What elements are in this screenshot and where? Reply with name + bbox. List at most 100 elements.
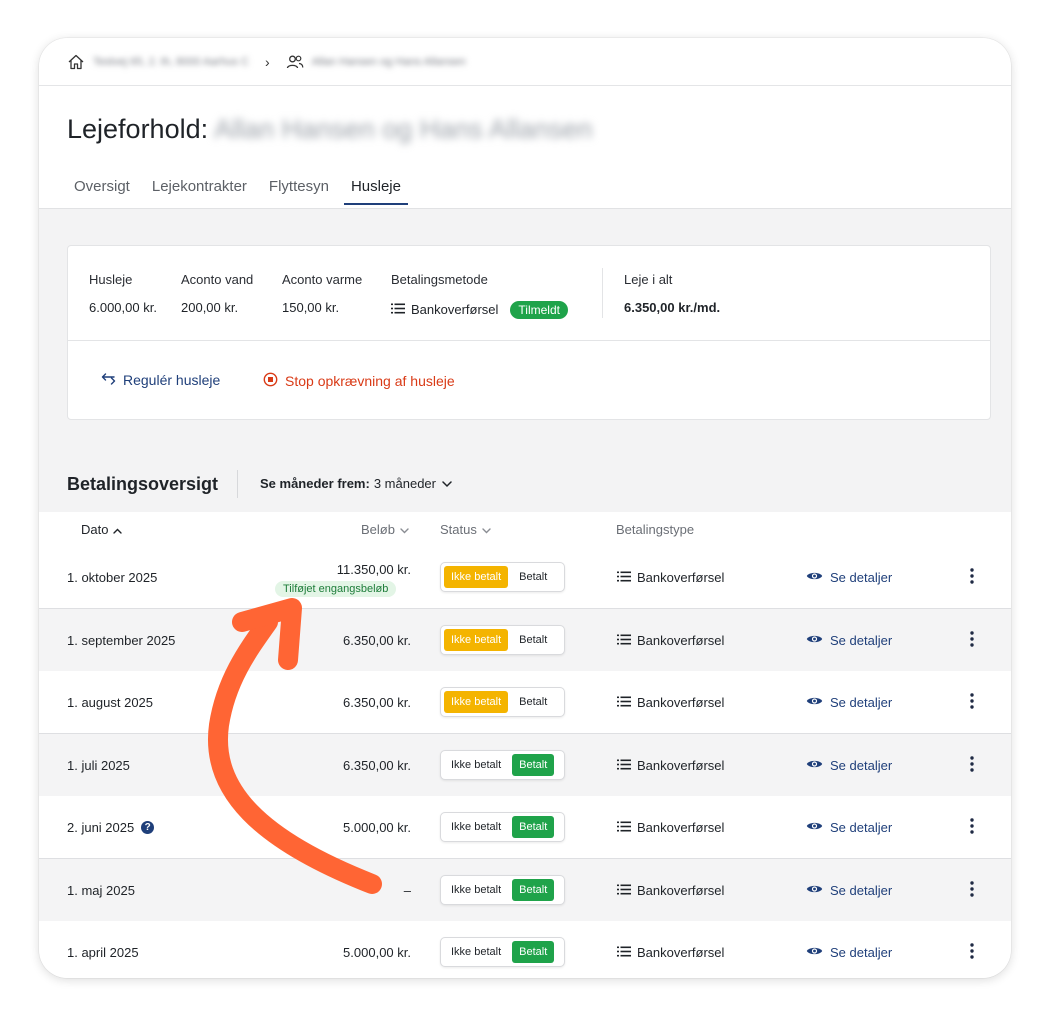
status-paid-option[interactable]: Betalt (512, 753, 555, 776)
summary-husleje-value: 6.000,00 kr. (89, 300, 157, 315)
tab-bar: Oversigt Lejekontrakter Flyttesyn Huslej… (67, 178, 416, 205)
tab-husleje[interactable]: Husleje (343, 178, 408, 205)
stop-charging-button[interactable]: Stop opkrævning af husleje (263, 372, 455, 390)
column-header-status[interactable]: Status (440, 522, 491, 537)
tab-oversigt[interactable]: Oversigt (67, 178, 137, 205)
summary-leje-i-alt-label: Leje i alt (624, 272, 673, 287)
summary-betalingsmetode-value: Bankoverførsel Tilmeldt (391, 300, 568, 319)
row-payment-type-text: Bankoverførsel (637, 882, 725, 898)
status-unpaid-option[interactable]: Ikke betalt (444, 941, 508, 963)
see-details-link[interactable]: Se detaljer (806, 633, 892, 648)
more-options-icon[interactable] (967, 692, 977, 713)
column-type-label: Betalingstype (616, 522, 695, 537)
rent-summary-panel: Husleje 6.000,00 kr. Aconto vand 200,00 … (67, 245, 991, 420)
tab-flyttesyn[interactable]: Flyttesyn (262, 178, 336, 205)
one-time-amount-tag: Tilføjet engangsbeløb (275, 581, 397, 597)
row-amount: 5.000,00 kr. (343, 945, 411, 960)
see-details-label: Se detaljer (830, 820, 893, 835)
home-icon[interactable] (67, 53, 85, 71)
row-payment-type-text: Bankoverførsel (637, 757, 725, 773)
row-date-text: 1. april 2025 (67, 945, 139, 960)
status-paid-option[interactable]: Betalt (512, 878, 555, 901)
see-details-label: Se detaljer (830, 757, 893, 773)
breadcrumb-address[interactable]: Testvej 65, 2. th, 8000 Aarhus C (93, 56, 249, 68)
status-unpaid-option[interactable]: Ikke betalt (444, 691, 509, 713)
summary-separator (68, 340, 990, 341)
eye-icon (806, 883, 830, 898)
regulate-rent-button[interactable]: Regulér husleje (101, 372, 220, 388)
status-paid-option[interactable]: Betalt (512, 629, 554, 651)
column-header-amount[interactable]: Beløb (361, 522, 409, 537)
row-date: 1. maj 2025 (67, 883, 135, 898)
list-icon (617, 883, 637, 898)
more-options-icon[interactable] (967, 880, 977, 901)
see-details-label: Se detaljer (830, 882, 893, 898)
row-date-text: 1. maj 2025 (67, 882, 135, 898)
row-payment-type: Bankoverførsel (617, 695, 724, 710)
see-details-link[interactable]: Se detaljer (806, 695, 892, 710)
arrows-swap-icon (101, 372, 123, 388)
table-header: Dato Beløb Status Betalingstype (39, 512, 1011, 547)
status-unpaid-option[interactable]: Ikke betalt (444, 628, 509, 651)
status-unpaid-option[interactable]: Ikke betalt (444, 816, 508, 838)
chevron-down-icon (400, 522, 409, 537)
status-toggle: Ikke betalt Betalt (440, 812, 565, 842)
see-details-link[interactable]: Se detaljer (806, 570, 892, 585)
users-icon (286, 54, 304, 70)
status-badge: Tilmeldt (510, 301, 568, 319)
tab-lejekontrakter[interactable]: Lejekontrakter (145, 178, 254, 205)
months-ahead-label: Se måneder frem: (260, 476, 370, 491)
table-row: 1. oktober 2025 11.350,00 kr. Tilføjet e… (39, 546, 1011, 609)
summary-aconto-varme: Aconto varme 150,00 kr. (282, 272, 362, 315)
summary-betalingsmetode-label: Betalingsmetode (391, 272, 488, 287)
breadcrumb-tenants[interactable]: Allan Hansen og Hans Allansen (312, 56, 466, 68)
page-title-name: Allan Hansen og Hans Allansen (214, 114, 593, 144)
see-details-link[interactable]: Se detaljer (806, 883, 892, 898)
summary-betalingsmetode-text: Bankoverførsel (411, 301, 499, 317)
more-options-icon[interactable] (967, 630, 977, 651)
list-icon (617, 945, 637, 960)
row-payment-type-text: Bankoverførsel (637, 632, 725, 648)
chevron-down-icon (482, 522, 491, 537)
row-payment-type: Bankoverførsel (617, 883, 724, 898)
see-details-link[interactable]: Se detaljer (806, 945, 892, 960)
help-icon[interactable]: ? (141, 821, 155, 834)
list-icon (617, 633, 637, 648)
eye-icon (806, 633, 830, 648)
column-header-date[interactable]: Dato (81, 522, 123, 537)
status-unpaid-option[interactable]: Ikke betalt (444, 879, 508, 901)
see-details-label: Se detaljer (830, 695, 893, 710)
status-unpaid-option[interactable]: Ikke betalt (444, 754, 508, 776)
column-header-type: Betalingstype (616, 522, 694, 537)
table-row: 1. august 2025 6.350,00 kr. Ikke betalt … (39, 671, 1011, 734)
eye-icon (806, 758, 830, 773)
status-paid-option[interactable]: Betalt (512, 691, 554, 713)
more-options-icon[interactable] (967, 942, 977, 963)
status-paid-option[interactable]: Betalt (512, 816, 555, 838)
page-title: Lejeforhold: Allan Hansen og Hans Allanse… (67, 114, 592, 145)
summary-leje-i-alt-value: 6.350,00 kr./md. (624, 300, 721, 315)
section-title: Betalingsoversigt (67, 474, 219, 494)
more-options-icon[interactable] (967, 567, 977, 588)
summary-leje-i-alt: Leje i alt 6.350,00 kr./md. (624, 272, 720, 315)
status-paid-option[interactable]: Betalt (512, 566, 554, 588)
column-amount-label: Beløb (361, 522, 395, 537)
summary-betalingsmetode: Betalingsmetode Bankoverførsel Tilmeldt (391, 272, 568, 319)
chevron-up-icon (113, 522, 123, 537)
status-paid-option[interactable]: Betalt (512, 941, 555, 963)
summary-husleje-label: Husleje (89, 272, 133, 287)
row-payment-type: Bankoverførsel (617, 820, 724, 835)
status-unpaid-option[interactable]: Ikke betalt (444, 566, 509, 588)
regulate-rent-label: Regulér husleje (123, 372, 221, 388)
table-row: 1. april 2025 5.000,00 kr. Ikke betalt B… (39, 921, 1011, 978)
see-details-link[interactable]: Se detaljer (806, 820, 892, 835)
more-options-icon[interactable] (967, 755, 977, 776)
summary-husleje: Husleje 6.000,00 kr. (89, 272, 157, 315)
page-card: Testvej 65, 2. th, 8000 Aarhus C › Allan… (39, 38, 1011, 978)
status-toggle: Ikke betalt Betalt (440, 562, 565, 592)
months-ahead-dropdown[interactable]: Se måneder frem: 3 måneder (260, 476, 452, 491)
row-payment-type-text: Bankoverførsel (637, 820, 725, 835)
list-icon (617, 570, 637, 585)
more-options-icon[interactable] (967, 817, 977, 838)
see-details-link[interactable]: Se detaljer (806, 758, 892, 773)
